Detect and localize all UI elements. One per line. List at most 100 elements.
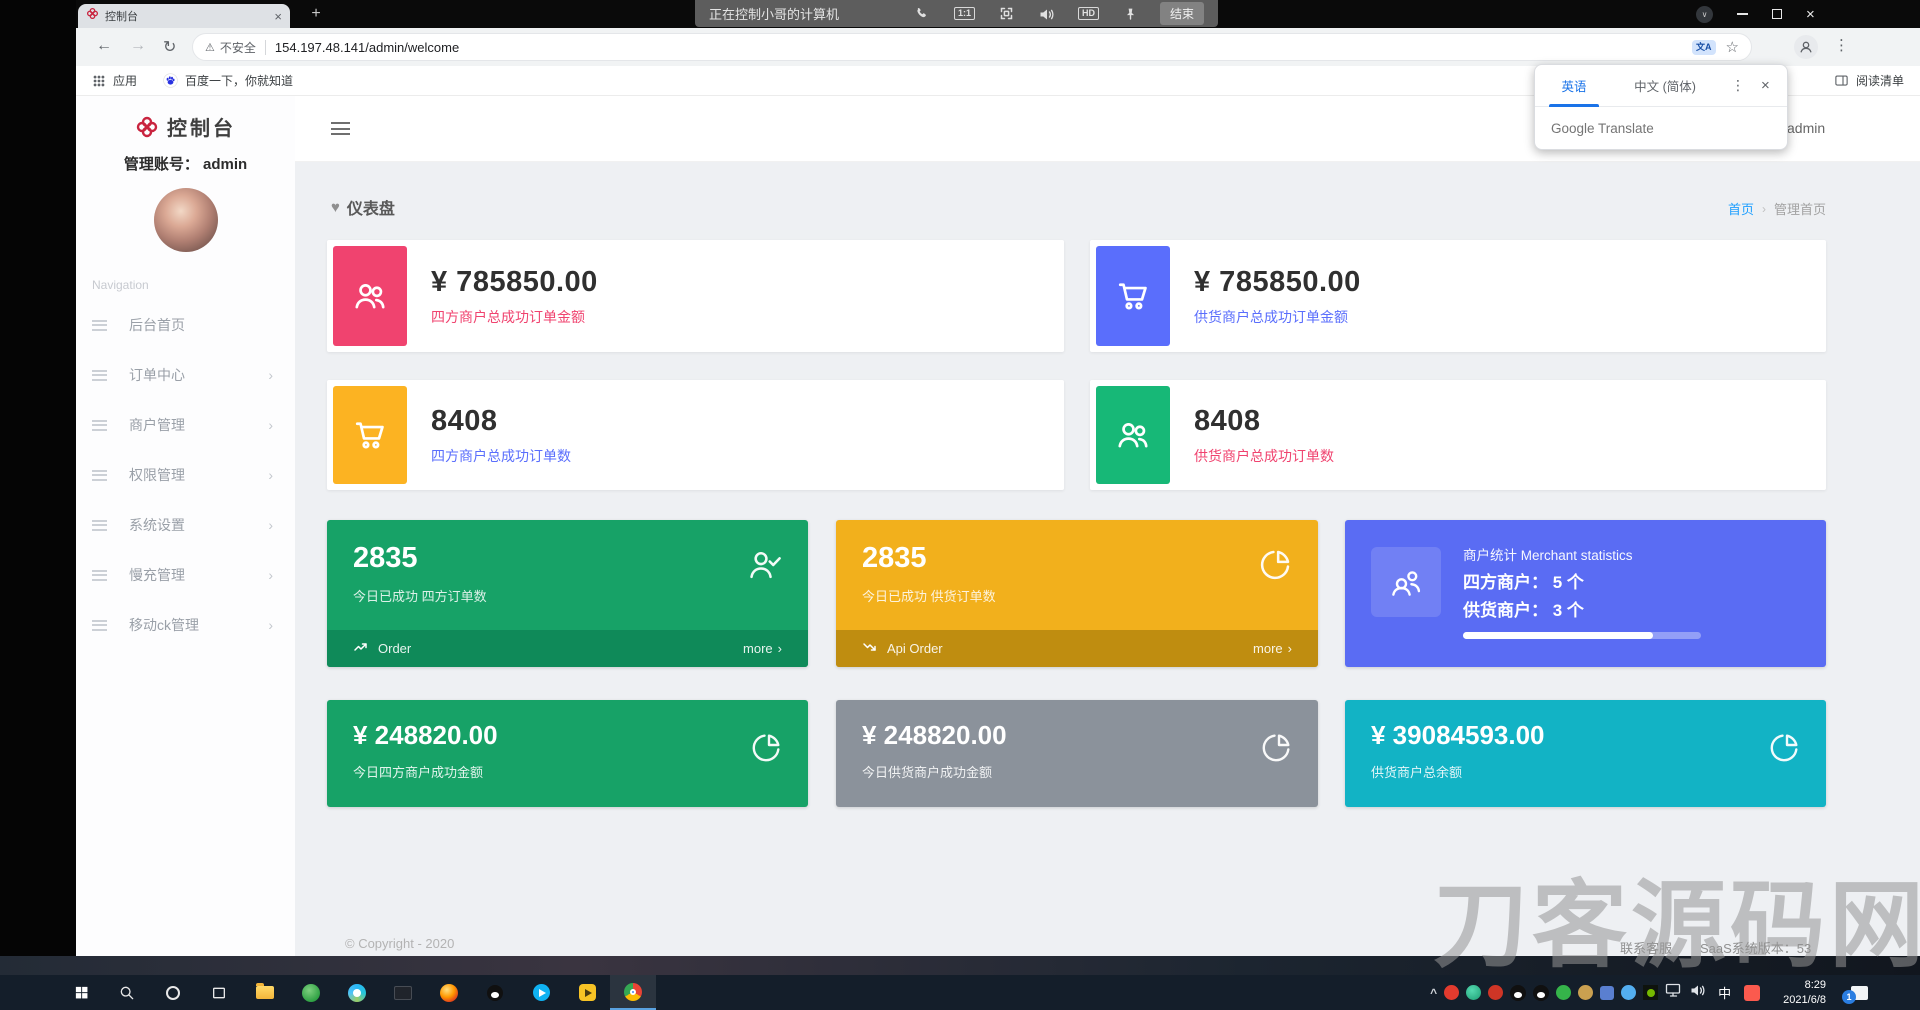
chevron-right-icon: › bbox=[268, 467, 273, 483]
browser-tab[interactable]: 控制台 × bbox=[78, 4, 290, 28]
url-text[interactable]: 154.197.48.141/admin/welcome bbox=[275, 40, 1692, 55]
sogou-icon[interactable] bbox=[1744, 985, 1760, 1001]
tray-gold-icon[interactable] bbox=[1578, 985, 1593, 1000]
account-name: admin bbox=[203, 156, 247, 173]
action-card-footer[interactable]: Api Order more › bbox=[836, 630, 1318, 667]
tab-favicon-knot-icon bbox=[86, 7, 99, 25]
translate-options-icon[interactable]: ⋮ bbox=[1731, 77, 1745, 94]
taskbar: ^ 中 8 bbox=[0, 975, 1920, 1010]
action-card-footer[interactable]: Order more › bbox=[327, 630, 808, 667]
reading-list-button[interactable]: 阅读清单 bbox=[1834, 72, 1904, 89]
file-explorer-icon[interactable] bbox=[242, 975, 288, 1010]
stat-card-supplier-amount: ¥ 785850.00 供货商户总成功订单金额 bbox=[1090, 240, 1826, 352]
sidebar-item-settings[interactable]: 系统设置 › bbox=[76, 500, 295, 550]
volume-icon[interactable] bbox=[1038, 6, 1054, 22]
qq-icon[interactable] bbox=[472, 975, 518, 1010]
merchant-progress-fill bbox=[1463, 632, 1653, 639]
tray-blue-app-icon[interactable] bbox=[1600, 986, 1614, 1000]
header-username[interactable]: admin bbox=[1787, 120, 1825, 136]
translate-tab-chinese[interactable]: 中文 (简体) bbox=[1613, 76, 1717, 95]
fullscreen-icon[interactable] bbox=[999, 6, 1014, 21]
pin-icon[interactable] bbox=[1123, 6, 1138, 21]
sidebar-item-home[interactable]: 后台首页 bbox=[76, 300, 295, 350]
chevron-right-icon: › bbox=[268, 417, 273, 433]
stat-label: 供货商户总成功订单金额 bbox=[1194, 307, 1361, 327]
window-close-icon[interactable]: × bbox=[1806, 7, 1815, 22]
start-button[interactable] bbox=[58, 975, 104, 1010]
summary-card-sifang-today: ¥ 248820.00 今日四方商户成功金额 bbox=[327, 700, 808, 807]
more-link[interactable]: more › bbox=[1253, 641, 1292, 656]
taskbar-clock[interactable]: 8:29 2021/6/8 bbox=[1783, 978, 1826, 1008]
tray-cloud-icon[interactable] bbox=[1621, 985, 1636, 1000]
ratio-1-1-icon[interactable]: 1:1 bbox=[954, 7, 975, 21]
logo-row: 控制台 bbox=[76, 96, 295, 141]
browser-profile-avatar[interactable] bbox=[1794, 35, 1818, 59]
browser-menu-icon[interactable]: ⋮ bbox=[1834, 36, 1849, 54]
bookmark-star-icon[interactable]: ☆ bbox=[1726, 38, 1739, 56]
sidebar-item-merchants[interactable]: 商户管理 › bbox=[76, 400, 295, 450]
tray-player-icon[interactable] bbox=[1466, 985, 1481, 1000]
hidden-icons-chevron[interactable]: ^ bbox=[1430, 986, 1437, 1000]
volume-tray-icon[interactable] bbox=[1689, 982, 1705, 1003]
sidebar-item-mobile-ck[interactable]: 移动ck管理 › bbox=[76, 600, 295, 650]
desktop-left-strip bbox=[0, 0, 76, 975]
notification-center-icon[interactable]: 1 bbox=[1851, 986, 1868, 1000]
summary-value: ¥ 248820.00 bbox=[862, 720, 1007, 751]
action-card-value: 2835 bbox=[353, 542, 418, 575]
window-maximize-icon[interactable] bbox=[1772, 9, 1782, 19]
translate-tab-english[interactable]: 英语 bbox=[1535, 65, 1613, 106]
ime-indicator[interactable]: 中 bbox=[1718, 983, 1731, 1002]
hd-icon[interactable]: HD bbox=[1078, 7, 1099, 21]
address-bar[interactable]: ⚠ 不安全 154.197.48.141/admin/welcome 文A ☆ bbox=[192, 33, 1752, 61]
terminal-icon[interactable] bbox=[380, 975, 426, 1010]
list-icon bbox=[92, 420, 107, 431]
tray-app-red-icon[interactable] bbox=[1444, 985, 1459, 1000]
tray-360-icon[interactable] bbox=[1556, 985, 1571, 1000]
tab-close-icon[interactable]: × bbox=[274, 10, 282, 23]
sidebar-item-permissions[interactable]: 权限管理 › bbox=[76, 450, 295, 500]
nvidia-icon[interactable] bbox=[1643, 985, 1658, 1000]
reload-icon[interactable]: ↻ bbox=[163, 37, 176, 57]
stat-card-supplier-count: 8408 供货商户总成功订单数 bbox=[1090, 380, 1826, 490]
tray-app-red2-icon[interactable] bbox=[1488, 985, 1503, 1000]
sidebar-item-recharge[interactable]: 慢充管理 › bbox=[76, 550, 295, 600]
forward-icon[interactable]: → bbox=[130, 37, 146, 55]
bookmark-baidu[interactable]: 百度一下，你就知道 bbox=[163, 72, 293, 89]
translate-close-icon[interactable]: × bbox=[1761, 77, 1770, 94]
user-avatar[interactable] bbox=[154, 188, 218, 252]
more-link[interactable]: more › bbox=[743, 641, 782, 656]
taskbar-search-icon[interactable] bbox=[104, 975, 150, 1010]
sidebar-item-orders[interactable]: 订单中心 › bbox=[76, 350, 295, 400]
list-icon bbox=[92, 320, 107, 331]
translate-icon[interactable]: 文A bbox=[1692, 40, 1716, 55]
task-view-icon[interactable] bbox=[196, 975, 242, 1010]
phone-icon[interactable] bbox=[915, 6, 930, 21]
contact-service-link[interactable]: 联系客服 bbox=[1620, 938, 1672, 957]
baidu-icon bbox=[163, 73, 178, 88]
notification-badge: 1 bbox=[1842, 990, 1856, 1004]
tab-search-icon[interactable]: ∨ bbox=[1696, 6, 1713, 23]
hamburger-menu-icon[interactable] bbox=[331, 122, 350, 135]
chrome-icon-active[interactable] bbox=[610, 975, 656, 1010]
browser-wheel-icon[interactable] bbox=[334, 975, 380, 1010]
potplayer-icon[interactable] bbox=[564, 975, 610, 1010]
network-icon[interactable] bbox=[1665, 982, 1682, 1003]
breadcrumb-home-link[interactable]: 首页 bbox=[1728, 199, 1754, 218]
end-session-button[interactable]: 结束 bbox=[1160, 2, 1204, 25]
users-icon bbox=[333, 246, 407, 346]
back-icon[interactable]: ← bbox=[96, 37, 112, 55]
heart-icon: ♥ bbox=[331, 199, 340, 216]
stat-value: 8408 bbox=[1194, 405, 1334, 438]
remote-control-bar: 正在控制小哥的计算机 1:1 HD 结束 bbox=[695, 0, 1218, 27]
tray-qq2-icon[interactable] bbox=[1533, 985, 1549, 1001]
reading-list-label: 阅读清单 bbox=[1856, 72, 1904, 89]
tencent-video-icon[interactable] bbox=[518, 975, 564, 1010]
firefox-icon[interactable] bbox=[426, 975, 472, 1010]
new-tab-button[interactable]: + bbox=[304, 3, 328, 25]
apps-shortcut[interactable]: 应用 bbox=[92, 72, 137, 89]
window-minimize-icon[interactable] bbox=[1737, 13, 1748, 15]
cart-icon bbox=[1096, 246, 1170, 346]
cortana-icon[interactable] bbox=[150, 975, 196, 1010]
tray-qq-icon[interactable] bbox=[1510, 985, 1526, 1001]
browser-360-icon[interactable] bbox=[288, 975, 334, 1010]
